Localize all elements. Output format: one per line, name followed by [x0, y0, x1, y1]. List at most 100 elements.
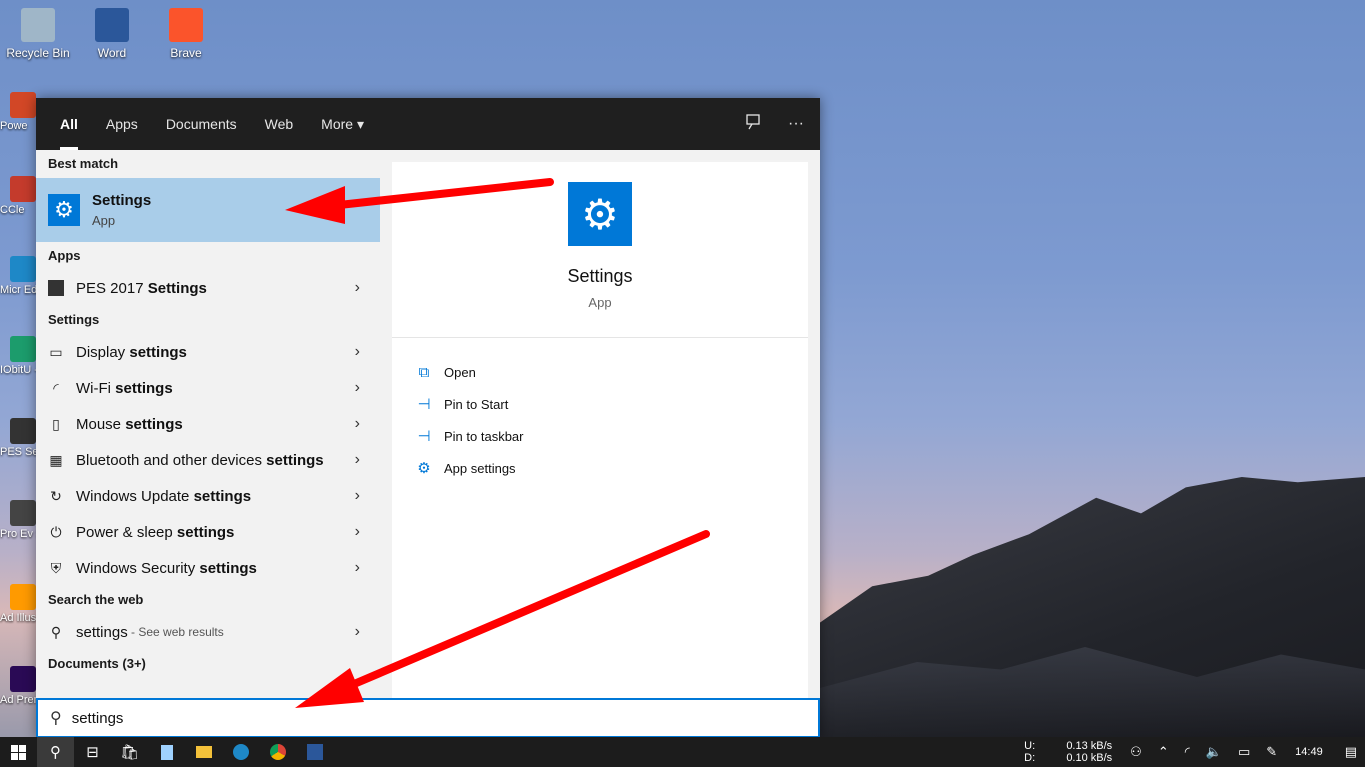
- desktop-icon-edge[interactable]: Micr Ed: [0, 256, 40, 296]
- upload-value: 0.13 kB/s: [1066, 740, 1113, 752]
- chevron-down-icon: ▾: [356, 116, 364, 132]
- result-label-match: settings: [125, 415, 183, 433]
- taskbar-chrome[interactable]: [259, 737, 296, 767]
- battery-icon[interactable]: ▭: [1238, 744, 1250, 760]
- result-mouse-settings[interactable]: ▯ Mouse settings ›: [36, 406, 380, 442]
- wifi-icon[interactable]: ◜: [1185, 744, 1190, 760]
- chevron-right-icon[interactable]: ›: [355, 415, 360, 433]
- search-input[interactable]: [71, 709, 752, 727]
- action-open[interactable]: ⧉ Open: [414, 356, 808, 388]
- best-match-settings[interactable]: ⚙ Settings App: [36, 178, 380, 242]
- desktop-icon-illustrator[interactable]: Ad Illus: [0, 584, 40, 624]
- taskbar-notepad[interactable]: [148, 737, 185, 767]
- chevron-right-icon[interactable]: ›: [355, 451, 360, 469]
- windows-update-icon: ↻: [50, 488, 62, 504]
- desktop-icon-word[interactable]: Word: [76, 8, 148, 60]
- tab-more[interactable]: More ▾: [313, 98, 372, 150]
- result-label: Wi-Fi: [76, 379, 116, 397]
- result-web-search[interactable]: ⚲ settings - See web results ›: [36, 614, 380, 650]
- chevron-right-icon[interactable]: ›: [355, 559, 360, 577]
- desktop-icon-recycle-bin[interactable]: Recycle Bin: [2, 8, 74, 60]
- settings-heading: Settings: [48, 312, 100, 327]
- taskbar-edge[interactable]: [222, 737, 259, 767]
- chevron-right-icon[interactable]: ›: [355, 279, 360, 297]
- result-windows-update-settings[interactable]: ↻ Windows Update settings ›: [36, 478, 380, 514]
- display-icon: ▭: [49, 344, 63, 360]
- tab-all[interactable]: All: [52, 98, 86, 150]
- desktop-icon-ccleaner[interactable]: CCle: [0, 176, 40, 216]
- desktop-icon-label: Word: [97, 46, 127, 60]
- search-tabs: All Apps Documents Web More ▾ ···: [36, 98, 820, 150]
- detail-type: App: [588, 295, 612, 310]
- search-icon: ⚲: [50, 624, 62, 640]
- action-app-settings[interactable]: ⚙ App settings: [414, 452, 808, 484]
- desktop-icon-powerpoint[interactable]: Powe: [0, 92, 40, 132]
- pes-app-icon: [48, 280, 64, 296]
- desktop-icon-pes-settings[interactable]: PES Setti: [0, 418, 40, 458]
- result-windows-security-settings[interactable]: ⛨ Windows Security settings ›: [36, 550, 380, 586]
- web-query: settings: [76, 623, 128, 641]
- start-button[interactable]: [0, 737, 37, 767]
- search-box[interactable]: ⚲: [36, 698, 820, 738]
- action-label: App settings: [444, 460, 516, 476]
- more-options-icon[interactable]: ···: [788, 115, 804, 133]
- start-search-panel: All Apps Documents Web More ▾ ··· Best m…: [36, 98, 820, 738]
- desktop-icon-label: Ad Premi: [0, 694, 40, 706]
- desktop-icon-premiere[interactable]: Ad Premi: [0, 666, 40, 706]
- taskbar-store[interactable]: 🛍: [111, 737, 148, 767]
- pin-to-taskbar-icon: ⊣: [417, 428, 431, 445]
- settings-gear-icon: ⚙: [48, 194, 80, 226]
- documents-heading[interactable]: Documents (3+): [36, 650, 380, 678]
- chevron-right-icon[interactable]: ›: [355, 623, 360, 641]
- feedback-icon[interactable]: [744, 113, 762, 136]
- pes-icon: [10, 418, 36, 444]
- edge-icon: [232, 744, 249, 760]
- volume-icon[interactable]: 🔈: [1206, 744, 1222, 760]
- chrome-icon: [269, 744, 286, 760]
- web-results-hint: - See web results: [127, 625, 224, 639]
- action-pin-to-taskbar[interactable]: ⊣ Pin to taskbar: [414, 420, 808, 452]
- desktop-icon-label: IObitU - Sho: [0, 364, 40, 376]
- result-pes-2017-settings[interactable]: PES 2017 Settings ›: [36, 270, 380, 306]
- apps-heading: Apps: [48, 248, 81, 263]
- tab-web[interactable]: Web: [257, 98, 302, 150]
- desktop-icon-iobit[interactable]: IObitU - Sho: [0, 336, 40, 376]
- result-bluetooth-settings[interactable]: ▦ Bluetooth and other devices settings ›: [36, 442, 380, 478]
- open-icon: ⧉: [418, 363, 430, 381]
- pen-icon[interactable]: ✎: [1266, 744, 1277, 760]
- result-label-match: settings: [199, 559, 257, 577]
- chevron-right-icon[interactable]: ›: [355, 523, 360, 541]
- taskbar-file-explorer[interactable]: [185, 737, 222, 767]
- people-icon[interactable]: ⚇: [1130, 744, 1142, 760]
- tab-documents[interactable]: Documents: [158, 98, 245, 150]
- desktop-icon-label: Recycle Bin: [6, 46, 70, 60]
- search-icon: ⚲: [50, 744, 61, 761]
- chevron-right-icon[interactable]: ›: [355, 343, 360, 361]
- premiere-icon: [10, 666, 36, 692]
- store-icon: 🛍: [119, 744, 140, 761]
- action-pin-to-start[interactable]: ⊣ Pin to Start: [414, 388, 808, 420]
- desktop-icon-pro-evolution[interactable]: Pro Ev Socce: [0, 500, 40, 540]
- best-match-heading: Best match: [48, 156, 119, 171]
- result-label: Power & sleep: [76, 523, 177, 541]
- chevron-up-icon[interactable]: ⌃: [1158, 744, 1169, 760]
- result-display-settings[interactable]: ▭ Display settings ›: [36, 334, 380, 370]
- result-label-match: settings: [176, 523, 235, 541]
- taskbar-word[interactable]: [296, 737, 333, 767]
- chevron-right-icon[interactable]: ›: [355, 379, 360, 397]
- taskbar-search-button[interactable]: ⚲: [37, 737, 74, 767]
- action-center-icon[interactable]: ▤: [1345, 744, 1357, 760]
- powerpoint-icon: [10, 92, 36, 118]
- pes-game-icon: [10, 500, 36, 526]
- word-icon: [95, 8, 129, 42]
- result-wifi-settings[interactable]: ◜ Wi-Fi settings ›: [36, 370, 380, 406]
- taskbar: ⚲ ⊟ 🛍 U: 0.13 kB/s D: 0.10 kB/s ⚇ ⌃ ◜ 🔈 ▭ …: [0, 737, 1365, 767]
- chevron-right-icon[interactable]: ›: [355, 487, 360, 505]
- task-view-button[interactable]: ⊟: [74, 737, 111, 767]
- app-settings-icon: ⚙: [417, 460, 431, 477]
- desktop-icon-brave[interactable]: Brave: [150, 8, 222, 60]
- clock[interactable]: 14:49: [1295, 746, 1323, 758]
- bluetooth-devices-icon: ▦: [49, 452, 63, 468]
- tab-apps[interactable]: Apps: [98, 98, 146, 150]
- result-power-sleep-settings[interactable]: ⏻ Power & sleep settings ›: [36, 514, 380, 550]
